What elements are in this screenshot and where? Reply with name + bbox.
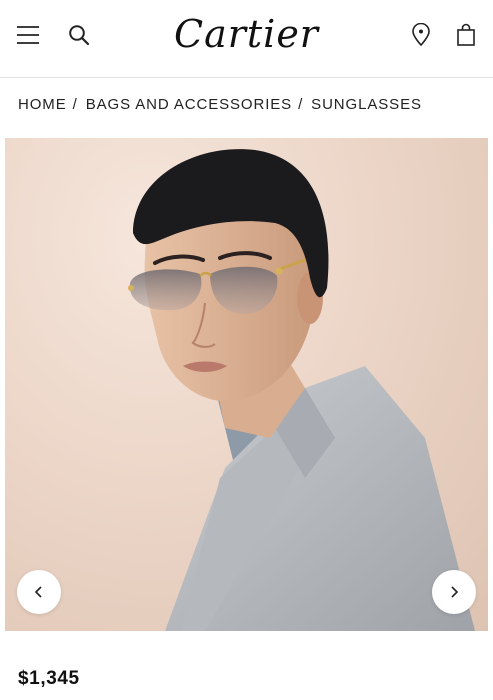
breadcrumb-separator: /	[298, 96, 304, 113]
breadcrumb-home[interactable]: HOME	[18, 96, 67, 113]
store-locator-button[interactable]	[405, 19, 437, 51]
site-header: Cartier	[0, 0, 493, 78]
breadcrumb-sunglasses[interactable]: SUNGLASSES	[311, 96, 422, 113]
product-image-gallery[interactable]	[5, 138, 488, 631]
breadcrumb: HOME / BAGS AND ACCESSORIES / SUNGLASSES	[18, 96, 422, 113]
product-photo	[128, 149, 475, 631]
previous-image-button[interactable]	[17, 570, 61, 614]
next-image-button[interactable]	[432, 570, 476, 614]
shopping-bag-icon	[457, 23, 475, 46]
breadcrumb-separator: /	[72, 96, 78, 113]
chevron-right-icon	[451, 586, 459, 598]
location-pin-icon	[412, 23, 430, 47]
product-price: $1,345	[18, 668, 80, 689]
breadcrumb-bags-and-accessories[interactable]: BAGS AND ACCESSORIES	[86, 96, 292, 113]
shopping-bag-button[interactable]	[450, 19, 482, 51]
chevron-left-icon	[34, 586, 42, 598]
